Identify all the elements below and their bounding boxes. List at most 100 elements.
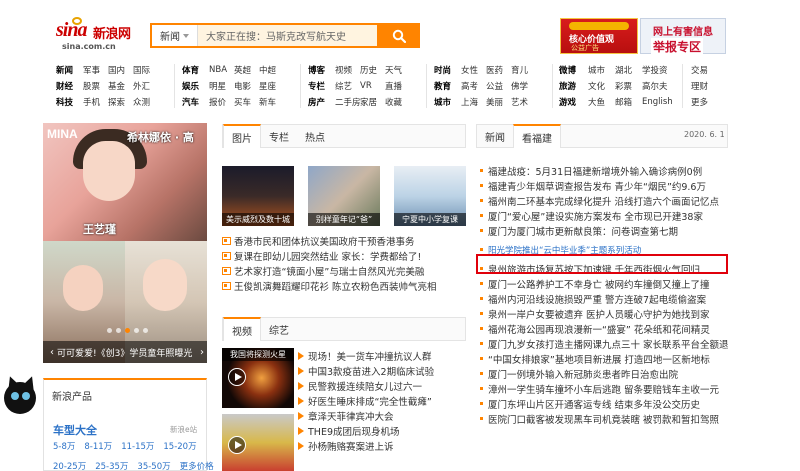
nav-link[interactable]: 高尔夫 (642, 80, 669, 92)
tab-fujian[interactable]: 看福建 (513, 124, 561, 148)
slide-dot[interactable] (143, 328, 148, 333)
nav-link[interactable]: 军事 (83, 64, 108, 76)
nav-link[interactable]: 理财 (691, 80, 708, 92)
nav-link[interactable]: 外汇 (133, 80, 158, 92)
news-item[interactable]: 厦门一例境外输入新冠肺炎患者昨日治愈出院 (478, 366, 728, 381)
tab-news[interactable]: 新闻 (477, 125, 513, 147)
nav-link[interactable]: 视频 (335, 64, 360, 76)
nav-link[interactable]: 众测 (133, 96, 158, 108)
slide-dot[interactable] (116, 328, 121, 333)
nav-link[interactable]: VR (360, 81, 385, 91)
nav-link[interactable]: 交易 (691, 64, 708, 76)
news-item[interactable]: 厦门一公路养护工不幸身亡 被网约车撞倒又撞上了撞 (478, 276, 728, 291)
video-item[interactable]: 好医生睡床排成“完全性截瘫” (298, 393, 468, 408)
nav-link[interactable]: 报价 (209, 96, 234, 108)
nav-link[interactable]: English (642, 97, 673, 107)
tab-hot[interactable]: 热点 (297, 125, 333, 147)
price-link[interactable]: 11-15万 (121, 440, 154, 452)
nav-link[interactable]: 收藏 (385, 96, 410, 108)
nav-link[interactable]: 星座 (259, 80, 284, 92)
slide-caption-bar[interactable]: ‹ 可可爱爱!《创3》学员童年照曝光 › (43, 341, 207, 363)
nav-link[interactable]: 邮箱 (615, 96, 642, 108)
nav-link[interactable]: 电影 (234, 80, 259, 92)
price-link[interactable]: 更多价格 (180, 460, 214, 471)
news-item[interactable]: 厦门东坪山片区开通客运专线 结束多年没公交历史 (478, 396, 728, 411)
nav-link[interactable]: 美丽 (486, 96, 511, 108)
nav-link[interactable]: 房产 (308, 96, 335, 108)
prev-arrow-icon[interactable]: ‹ (50, 347, 54, 358)
news-item[interactable]: 福建青少年烟草调查报告发布 青少年“烟民”约9.6万 (478, 178, 728, 193)
nav-link[interactable]: 旅游 (559, 80, 588, 92)
video-item[interactable]: THE9成团后现身机场 (298, 423, 468, 438)
nav-link[interactable]: 历史 (360, 64, 385, 76)
video-item[interactable]: 孙杨贿赂赛案进上诉 (298, 438, 468, 453)
nav-link[interactable]: 股票 (83, 80, 108, 92)
tab-video[interactable]: 视频 (223, 317, 261, 341)
nav-link[interactable]: 湖北 (615, 64, 642, 76)
video-item[interactable]: 中国3款疫苗进入2期临床试验 (298, 363, 468, 378)
nav-link[interactable]: 明星 (209, 80, 234, 92)
news-item[interactable]: 福州南二环基本完成绿化提升 沿线打造六个画面记忆点 (478, 193, 728, 208)
price-link[interactable]: 15-20万 (163, 440, 196, 452)
search-button[interactable] (377, 23, 420, 48)
news-item[interactable]: 泉州一岸户女要被遗弃 医护人员暖心守护为她找到家 (478, 306, 728, 321)
price-link[interactable]: 20-25万 (53, 460, 86, 471)
thumb-photo[interactable]: 宁夏中小学复课 (394, 166, 466, 226)
slide-dot[interactable] (134, 328, 139, 333)
price-link[interactable]: 5-8万 (53, 440, 75, 452)
nav-link[interactable]: 公益 (486, 80, 511, 92)
news-item[interactable]: “中国女排娘家”基地项目新进展 打造四地一区新地标 (478, 351, 728, 366)
nav-link[interactable]: 更多 (691, 96, 708, 108)
video-thumb[interactable]: 我国将探测火星 (222, 348, 294, 408)
nav-link[interactable]: 财经 (56, 80, 83, 92)
news-item[interactable]: 漳州一学生骑车撞坏小车后逃跑 留条要赔钱车主收一元 (478, 381, 728, 396)
news-item[interactable]: 香港市民和团体抗议美国政府干预香港事务 (222, 233, 466, 248)
next-arrow-icon[interactable]: › (200, 347, 204, 358)
cat-mascot-icon[interactable] (0, 374, 40, 420)
sina-logo[interactable]: sina 新浪网 sina.com.cn (56, 17, 138, 51)
car-models-link[interactable]: 车型大全 (53, 422, 97, 438)
nav-link[interactable]: 体育 (182, 64, 209, 76)
nav-link[interactable]: 国内 (108, 64, 133, 76)
nav-link[interactable]: 高考 (461, 80, 486, 92)
nav-link[interactable]: NBA (209, 65, 234, 75)
price-link[interactable]: 8-11万 (84, 440, 112, 452)
nav-link[interactable]: 英超 (234, 64, 259, 76)
nav-link[interactable]: 中超 (259, 64, 284, 76)
nav-link[interactable]: 艺术 (511, 96, 536, 108)
nav-link[interactable]: 上海 (461, 96, 486, 108)
nav-link[interactable]: 学投资 (642, 64, 669, 76)
news-item[interactable]: 厦门为厦门城市更新献良策：问卷调查第七期 (478, 223, 728, 238)
nav-link[interactable]: 娱乐 (182, 80, 209, 92)
nav-link[interactable]: 科技 (56, 96, 83, 108)
nav-link[interactable]: 国际 (133, 64, 158, 76)
nav-link[interactable]: 二手房 (335, 96, 361, 108)
nav-link[interactable]: 基金 (108, 80, 133, 92)
nav-link[interactable]: 家居 (360, 96, 385, 108)
news-item[interactable]: 王俊凯演舞蹈耀印花衫 陈立农粉色西装帅气亮相 (222, 278, 466, 293)
video-item[interactable]: 现场！美一货车冲撞抗议人群 (298, 348, 468, 363)
news-item[interactable]: 艺术家打造“镜面小屋”与瑞士自然风光完美融 (222, 263, 466, 278)
nav-link[interactable]: 汽车 (182, 96, 209, 108)
products-tag[interactable]: 新浪e站 (170, 424, 197, 435)
photo-slideshow[interactable]: MINA 希林娜依 · 高 王艺瑾 ‹ 可可爱爱!《创3》学员童年照曝光 › (43, 123, 207, 363)
thumb-photo[interactable]: 美示威烈及数十城 (222, 166, 294, 226)
nav-link[interactable]: 育儿 (511, 64, 536, 76)
nav-link[interactable]: 时尚 (434, 64, 461, 76)
nav-link[interactable]: 博客 (308, 64, 335, 76)
news-item[interactable]: 厦门九岁女孩打造主播网课九点三十 家长联系平台全额退款 (478, 336, 728, 351)
thumb-photo[interactable]: 别样童年记“爸” (308, 166, 380, 226)
video-item[interactable]: 章泽天菲律宾冲大会 (298, 408, 468, 423)
nav-link[interactable]: 城市 (434, 96, 461, 108)
video-item[interactable]: 民警救援连续陪女儿过六一 (298, 378, 468, 393)
nav-link[interactable]: 文化 (588, 80, 615, 92)
search-category-select[interactable]: 新闻 (152, 25, 198, 46)
nav-link[interactable]: 买车 (234, 96, 259, 108)
price-link[interactable]: 35-50万 (137, 460, 170, 471)
nav-link[interactable]: 综艺 (335, 80, 360, 92)
nav-link[interactable]: 彩票 (615, 80, 642, 92)
news-item[interactable]: 厦门“爱心屋”建设实施方案发布 全市现已开建38家 (478, 208, 728, 223)
nav-link[interactable]: 手机 (83, 96, 108, 108)
news-item[interactable]: 复课在即幼儿园突然结业 家长：学费都给了! (222, 248, 466, 263)
nav-link[interactable]: 女性 (461, 64, 486, 76)
